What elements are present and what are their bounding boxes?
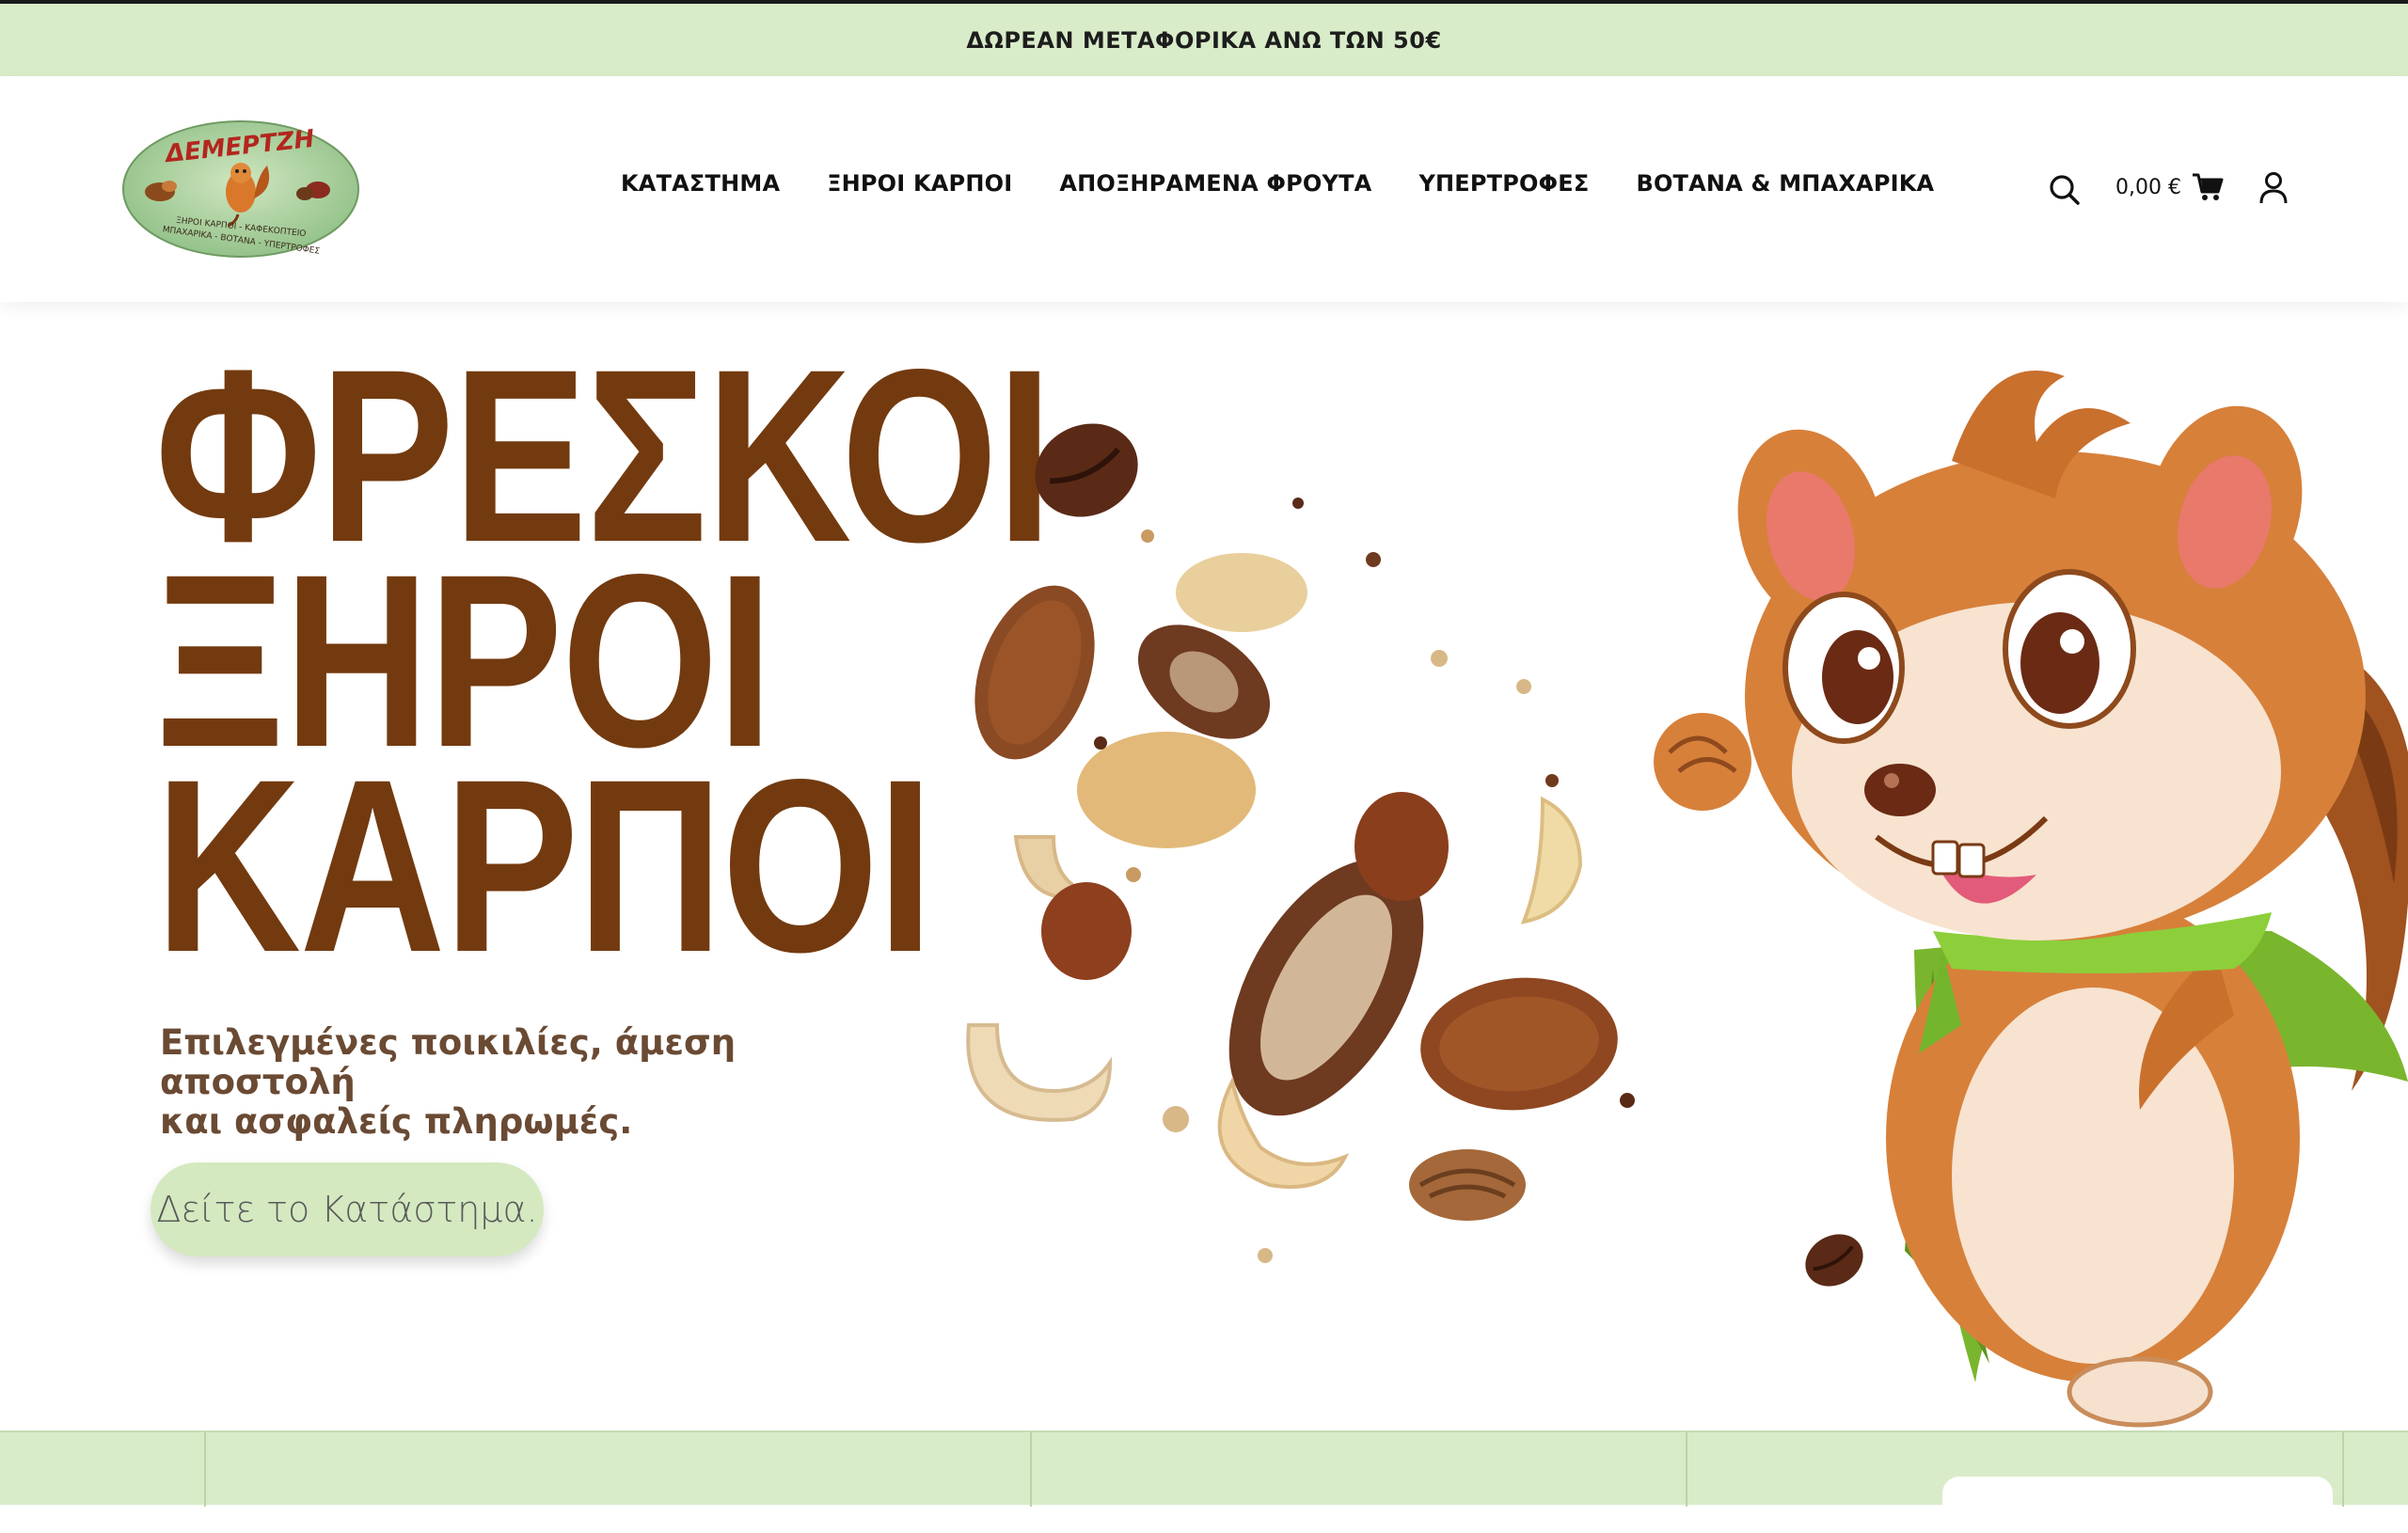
band-divider <box>204 1432 206 1507</box>
search-icon[interactable] <box>2048 173 2082 207</box>
nav-item-dried-fruits[interactable]: ΑΠΟΞΗΡΑΜΕΝΑ ΦΡΟΥΤΑ <box>1059 170 1371 197</box>
brand-logo[interactable]: ΔΕΜΕΡΤΖΗ ΞΗΡΟΙ ΚΑΡΠΟΙ - ΚΑΦΕΚΟΠΤΕΙΟ ΜΠΑΧ… <box>120 119 361 260</box>
promo-bar: ΔΩΡΕΑΝ ΜΕΤΑΦΟΡΙΚΑ ΑΝΩ ΤΩΝ 50€ <box>0 4 2408 76</box>
promo-text: ΔΩΡΕΑΝ ΜΕΤΑΦΟΡΙΚΑ ΑΝΩ ΤΩΝ 50€ <box>966 26 1442 54</box>
cart-icon[interactable] <box>2192 172 2224 202</box>
hero-subtitle-line-1: Επιλεγμένες ποικιλίες, άμεση αποστολή <box>160 1022 737 1102</box>
hero-section: ΦΡΕΣΚΟΙ ΞΗΡΟΙ ΚΑΡΠΟΙ Επιλεγμένες ποικιλί… <box>0 302 2408 1430</box>
hero-subtitle: Επιλεγμένες ποικιλίες, άμεση αποστολή κα… <box>160 1023 931 1142</box>
shop-cta-label: Δείτε το Κατάστημα. <box>156 1189 538 1230</box>
band-divider <box>2342 1432 2344 1507</box>
squirrel-mascot <box>1654 371 2408 1428</box>
main-nav: ΚΑΤΑΣΤΗΜΑ ΞΗΡΟΙ ΚΑΡΠΟΙ ΑΠΟΞΗΡΑΜΕΝΑ ΦΡΟΥΤ… <box>621 170 1934 197</box>
hero-subtitle-line-2: και ασφαλείς πληρωμές. <box>160 1101 633 1142</box>
account-icon[interactable] <box>2258 171 2289 205</box>
band-divider <box>1686 1432 1687 1507</box>
shop-cta-button[interactable]: Δείτε το Κατάστημα. <box>150 1162 544 1256</box>
site-header: ΔΕΜΕΡΤΖΗ ΞΗΡΟΙ ΚΑΡΠΟΙ - ΚΑΦΕΚΟΠΤΕΙΟ ΜΠΑΧ… <box>0 76 2408 302</box>
nav-item-herbs-spices[interactable]: ΒΟΤΑΝΑ & ΜΠΑΧΑΡΙΚΑ <box>1636 170 1934 197</box>
band-divider <box>1030 1432 1032 1507</box>
nav-item-superfoods[interactable]: ΥΠΕΡΤΡΟΦΕΣ <box>1418 170 1589 197</box>
floating-card <box>1942 1477 2333 1533</box>
nav-item-store[interactable]: ΚΑΤΑΣΤΗΜΑ <box>621 170 780 197</box>
nav-item-nuts[interactable]: ΞΗΡΟΙ ΚΑΡΠΟΙ <box>827 170 1012 197</box>
cart-total[interactable]: 0,00 € <box>2115 176 2181 199</box>
nuts-illustration <box>966 423 1635 1263</box>
